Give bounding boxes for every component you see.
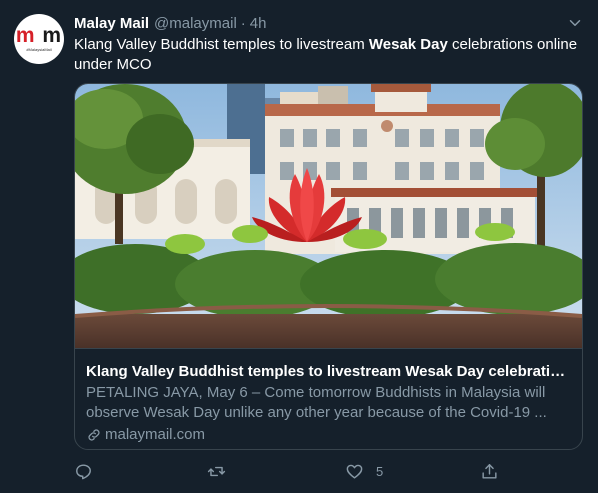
- tweet[interactable]: m m #MalaysiaMail Malay Mail @malaymail …: [0, 0, 598, 493]
- tweet-text: Klang Valley Buddhist temples to livestr…: [74, 35, 584, 75]
- card-domain: malaymail.com: [86, 425, 205, 445]
- avatar-tagline: #MalaysiaMail: [26, 47, 52, 52]
- action-bar: 5: [0, 458, 598, 484]
- avatar[interactable]: m m #MalaysiaMail: [14, 14, 64, 64]
- like-icon: [346, 464, 363, 479]
- card-info: Klang Valley Buddhist temples to livestr…: [75, 348, 582, 449]
- card-domain-text: malaymail.com: [105, 426, 206, 443]
- like-count: 5: [376, 463, 384, 479]
- separator-dot: ·: [240, 14, 246, 32]
- reply-icon: [76, 463, 91, 479]
- retweet-button[interactable]: [207, 458, 238, 484]
- link-card[interactable]: Klang Valley Buddhist temples to livestr…: [74, 83, 583, 450]
- reply-button[interactable]: [74, 458, 105, 484]
- like-button[interactable]: 5: [345, 458, 383, 484]
- avatar-letter-1: m: [15, 24, 36, 47]
- avatar-letter-2: m: [42, 24, 63, 47]
- link-icon: [88, 429, 100, 441]
- tweet-header: Malay Mail @malaymail · 4h: [74, 12, 266, 34]
- card-title: Klang Valley Buddhist temples to livestr…: [86, 363, 574, 380]
- chevron-down-icon[interactable]: [566, 14, 584, 32]
- card-description: PETALING JAYA, May 6 – Come tomorrow Bud…: [86, 384, 547, 421]
- share-icon: [482, 463, 497, 479]
- display-name[interactable]: Malay Mail: [74, 15, 149, 32]
- user-handle[interactable]: @malaymail: [154, 15, 237, 32]
- tweet-text-part: Klang Valley Buddhist temples to livestr…: [74, 36, 369, 53]
- retweet-icon: [207, 466, 226, 476]
- share-button[interactable]: [480, 458, 511, 484]
- card-image: [75, 84, 582, 348]
- avatar-logo: m m: [14, 25, 64, 46]
- tweet-text-bold: Wesak Day: [368, 36, 448, 53]
- timestamp[interactable]: 4h: [250, 15, 267, 32]
